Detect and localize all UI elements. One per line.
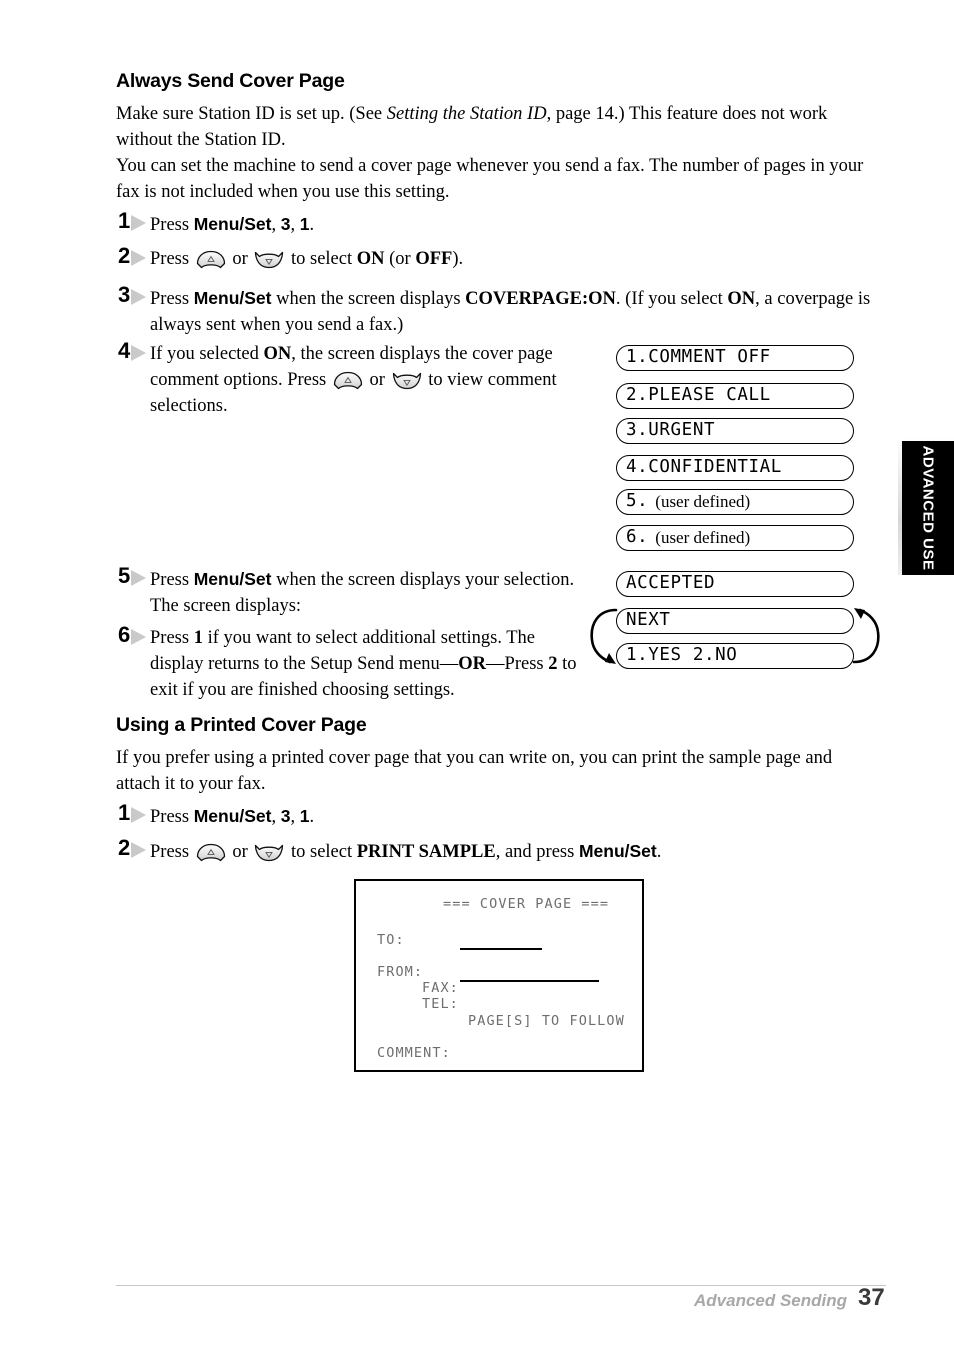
section-heading-using-printed-cover-page: Using a Printed Cover Page xyxy=(116,714,367,736)
section1-paragraph-1: Make sure Station ID is set up. (See Set… xyxy=(116,101,878,153)
lcd-text: 2.PLEASE CALL xyxy=(626,385,771,406)
step-wedge-icon xyxy=(131,629,146,645)
lcd-display-urgent: 3.URGENT xyxy=(616,418,854,444)
step-text: Press Menu/Set when the screen displays … xyxy=(150,288,871,335)
document-page: Always Send Cover Page Make sure Station… xyxy=(0,0,954,1352)
cover-sample-pages-label: PAGE[S] TO FOLLOW xyxy=(468,1013,625,1029)
lcd-display-confidential: 4.CONFIDENTIAL xyxy=(616,455,854,481)
step-number: 2 xyxy=(118,835,131,860)
step-wedge-icon xyxy=(131,289,146,305)
step-number: 2 xyxy=(118,243,131,268)
step-number-badge: 3 xyxy=(118,282,152,311)
lcd-display-comment-off: 1.COMMENT OFF xyxy=(616,345,854,371)
loop-arrow-left-icon xyxy=(590,608,618,664)
step-wedge-icon xyxy=(131,807,146,823)
step-number: 1 xyxy=(118,800,131,825)
step-wedge-icon xyxy=(131,345,146,361)
step-number-badge: 1 xyxy=(118,208,152,237)
lcd-display-next: NEXT xyxy=(616,608,854,634)
footer-divider xyxy=(116,1285,886,1287)
down-arrow-key-icon[interactable] xyxy=(254,843,284,862)
lcd-display-user-defined-5: 5. (user defined) xyxy=(616,489,854,515)
step-number: 4 xyxy=(118,338,131,363)
step-number-badge: 2 xyxy=(118,835,152,864)
step-number-badge: 4 xyxy=(118,338,152,367)
step-number-badge: 2 xyxy=(118,243,152,272)
step-number-badge: 1 xyxy=(118,800,152,829)
step-text: Press Menu/Set, 3, 1. xyxy=(150,806,315,827)
step-wedge-icon xyxy=(131,570,146,586)
cover-sample-to-rule xyxy=(460,948,542,950)
lcd-text: 1.COMMENT OFF xyxy=(626,347,771,368)
step-wedge-icon xyxy=(131,215,146,231)
lcd-display-yes-no: 1.YES 2.NO xyxy=(616,643,854,669)
step-wedge-icon xyxy=(131,842,146,858)
lcd-subtext: (user defined) xyxy=(655,492,751,511)
step-number: 3 xyxy=(118,282,131,307)
step-number-badge: 5 xyxy=(118,563,152,592)
up-arrow-key-icon[interactable] xyxy=(196,843,226,862)
down-arrow-key-icon[interactable] xyxy=(392,371,422,390)
cover-sample-tel-label: TEL: xyxy=(422,996,459,1012)
lcd-text: NEXT xyxy=(626,610,671,631)
step-number: 5 xyxy=(118,563,131,588)
step-text: Press Menu/Set, 3, 1. xyxy=(150,214,315,235)
up-arrow-key-icon[interactable] xyxy=(333,371,363,390)
down-arrow-key-icon[interactable] xyxy=(254,250,284,269)
lcd-text: 3.URGENT xyxy=(626,420,716,441)
step-number: 1 xyxy=(118,208,131,233)
lcd-text: ACCEPTED xyxy=(626,573,716,594)
section1-paragraph-2: You can set the machine to send a cover … xyxy=(116,156,864,202)
cover-sample-from-rule xyxy=(460,980,599,982)
cover-sample-comment-label: COMMENT: xyxy=(377,1045,451,1061)
lcd-text: 4.CONFIDENTIAL xyxy=(626,457,782,478)
cover-sample-from-label: FROM: xyxy=(377,964,424,980)
cover-page-sample-box: === COVER PAGE === TO: FROM: FAX: TEL: P… xyxy=(354,879,644,1072)
section-heading-always-send-cover-page: Always Send Cover Page xyxy=(116,70,345,92)
para1-part-a: Make sure Station ID is set up. (See xyxy=(116,104,387,124)
step-number: 6 xyxy=(118,622,131,647)
lcd-text: 1.YES 2.NO xyxy=(626,645,738,666)
lcd-display-please-call: 2.PLEASE CALL xyxy=(616,383,854,409)
cover-sample-to-label: TO: xyxy=(377,932,405,948)
side-tab-label: ADVANCED USE xyxy=(919,445,937,571)
footer-section-label: Advanced Sending xyxy=(694,1291,848,1310)
para1-italic-ref: Setting the Station ID xyxy=(386,104,547,124)
cover-sample-fax-label: FAX: xyxy=(422,980,459,996)
step-text: Press or to select PRINT SAMPLE, and pre… xyxy=(150,841,662,862)
step-text: Press Menu/Set when the screen displays … xyxy=(150,569,575,616)
step-wedge-icon xyxy=(131,250,146,266)
page-number: 37 xyxy=(858,1284,885,1311)
lcd-display-user-defined-6: 6. (user defined) xyxy=(616,525,854,551)
lcd-text: 6. xyxy=(626,527,649,548)
section2-paragraph-1: If you prefer using a printed cover page… xyxy=(116,748,833,794)
loop-arrow-right-icon xyxy=(852,608,880,664)
lcd-text: 5. xyxy=(626,491,649,512)
up-arrow-key-icon[interactable] xyxy=(196,250,226,269)
lcd-display-accepted: ACCEPTED xyxy=(616,571,854,597)
step-number-badge: 6 xyxy=(118,622,152,651)
cover-sample-title: === COVER PAGE === xyxy=(443,896,610,912)
step-text: If you selected ON, the screen displays … xyxy=(150,344,557,416)
step-text: Press or to select ON (or OFF). xyxy=(150,249,464,269)
lcd-subtext: (user defined) xyxy=(655,528,751,547)
side-tab-advanced-use: ADVANCED USE xyxy=(902,441,954,575)
step-text: Press 1 if you want to select additional… xyxy=(150,628,577,700)
